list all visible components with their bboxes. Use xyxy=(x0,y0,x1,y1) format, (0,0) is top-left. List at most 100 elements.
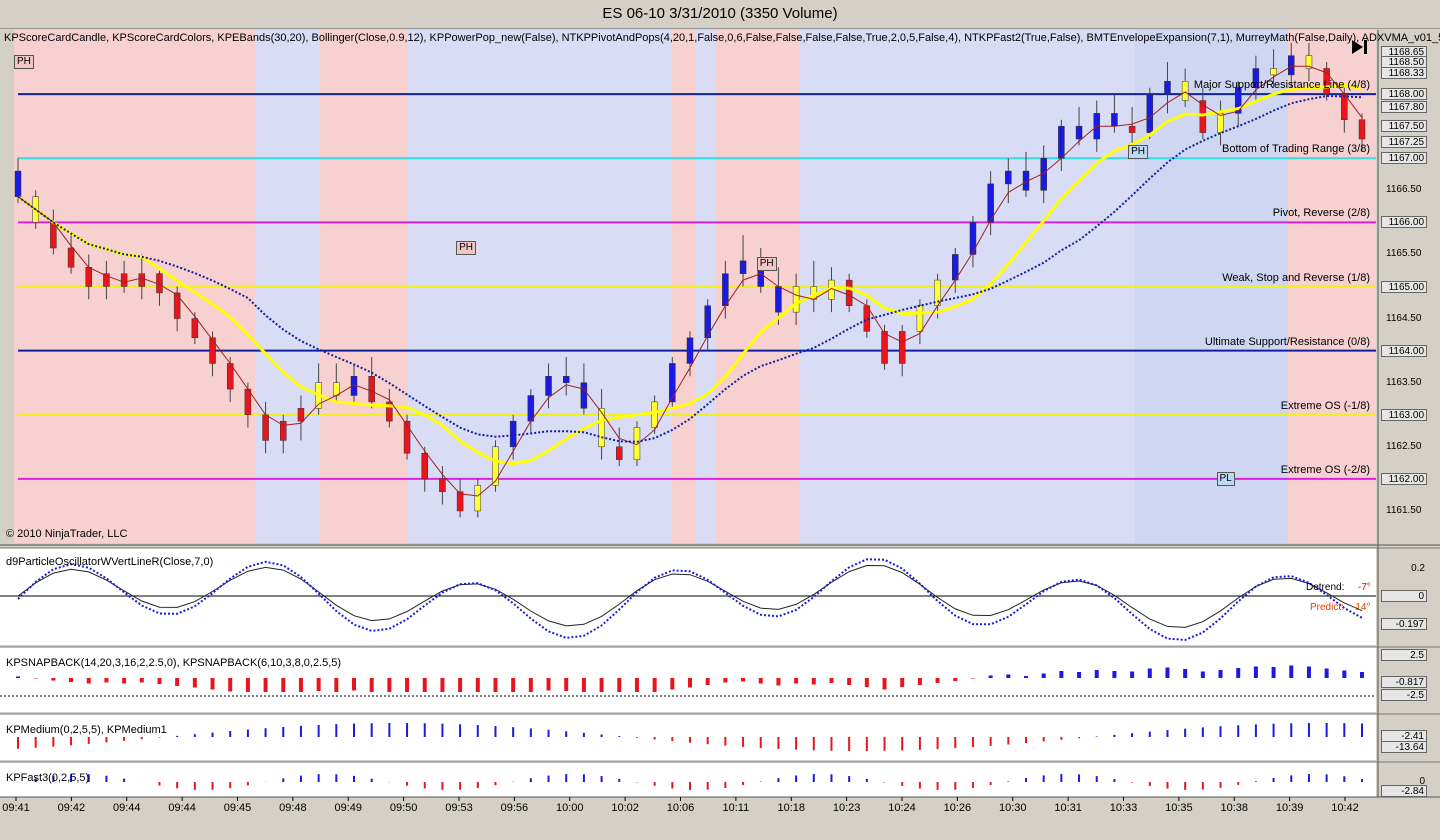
snap-bar-62 xyxy=(1112,671,1117,678)
x-tick-2: 09:44 xyxy=(112,802,141,814)
x-tick-22: 10:38 xyxy=(1220,802,1249,814)
snap-bar-43 xyxy=(776,678,781,686)
snap-bar-37 xyxy=(670,678,675,690)
predict-value: -14° xyxy=(1352,602,1371,613)
osc-tick-low: -0.197 xyxy=(1381,618,1427,630)
candle-body-43 xyxy=(775,286,782,313)
snap-bar-13 xyxy=(245,678,250,692)
candle-body-34 xyxy=(616,446,623,460)
candle-body-38 xyxy=(686,337,694,364)
snap-bar-17 xyxy=(316,678,321,691)
snap-bar-58 xyxy=(1041,673,1046,678)
snap-bar-52 xyxy=(935,678,940,683)
snap-bar-32 xyxy=(581,678,586,692)
snap-bar-1 xyxy=(33,678,38,679)
x-tick-9: 09:56 xyxy=(500,802,529,814)
candle-body-27 xyxy=(492,446,499,486)
snap-bar-14 xyxy=(263,678,268,692)
fast-panel-label: KPFast3(0,2,5,5) xyxy=(6,772,90,784)
x-tick-17: 10:26 xyxy=(943,802,972,814)
osc-tick-zero: 0 xyxy=(1381,590,1427,602)
snap-bar-20 xyxy=(369,678,374,692)
candle-body-18 xyxy=(333,382,340,396)
level-label-0: Major Support/Resistance Line (4/8) xyxy=(1193,79,1370,92)
candle-body-30 xyxy=(545,376,552,396)
x-tick-8: 09:53 xyxy=(445,802,473,814)
snap-bar-51 xyxy=(917,678,922,685)
predict-label: Predict: xyxy=(1310,602,1344,613)
y-tick-10: 1166.50 xyxy=(1386,184,1422,196)
level-label-3: Weak, Stop and Reverse (1/8) xyxy=(1222,271,1370,284)
x-tick-4: 09:45 xyxy=(223,802,252,814)
candle-body-23 xyxy=(421,452,428,480)
subpanel-bg-2 xyxy=(0,714,1376,760)
price-axis-box-6: 1167.25 xyxy=(1381,136,1427,149)
price-axis-box-7: 1167.00 xyxy=(1381,152,1427,165)
candle-body-50 xyxy=(898,331,906,364)
level-label-2: Pivot, Reverse (2/8) xyxy=(1272,207,1370,220)
snap-bar-44 xyxy=(794,678,799,684)
snap-bar-48 xyxy=(864,678,869,687)
snap-bar-38 xyxy=(688,678,692,688)
play-icon[interactable] xyxy=(1350,38,1370,56)
x-tick-19: 10:31 xyxy=(1054,802,1082,814)
snap-bar-50 xyxy=(900,678,905,687)
snap-bar-49 xyxy=(882,678,887,690)
candle-body-59 xyxy=(1058,125,1065,159)
snap-bar-19 xyxy=(352,678,356,691)
price-chart[interactable] xyxy=(0,0,1440,840)
detrend-label: Detrend: xyxy=(1306,582,1345,593)
price-axis-box-4: 1167.80 xyxy=(1381,100,1427,113)
snap-bar-18 xyxy=(334,678,339,692)
candle-body-51 xyxy=(916,305,924,332)
candle-body-16 xyxy=(297,408,305,422)
snap-bar-68 xyxy=(1218,670,1223,678)
snap-bar-46 xyxy=(829,678,834,683)
snap-tick-low: -2.5 xyxy=(1381,689,1427,701)
snap-bar-76 xyxy=(1360,672,1364,678)
candle-body-7 xyxy=(138,273,146,287)
snap-bar-5 xyxy=(104,678,109,683)
snap-bar-72 xyxy=(1289,665,1294,678)
candle-body-11 xyxy=(209,337,216,364)
price-axis-box-11: 1163.00 xyxy=(1381,408,1427,421)
snap-bar-36 xyxy=(652,678,657,692)
candle-body-20 xyxy=(368,376,375,403)
candle-body-10 xyxy=(191,318,199,339)
y-tick-6: 1164.50 xyxy=(1386,312,1422,324)
snap-bar-65 xyxy=(1165,667,1170,678)
candle-body-60 xyxy=(1075,125,1083,140)
copyright-text: © 2010 NinjaTrader, LLC xyxy=(6,528,128,540)
snap-bar-26 xyxy=(475,678,480,692)
price-axis-box-10: 1164.00 xyxy=(1381,344,1427,357)
candle-body-26 xyxy=(474,485,482,512)
candle-body-0 xyxy=(14,170,22,197)
y-tick-4: 1163.50 xyxy=(1386,376,1422,388)
snap-bar-41 xyxy=(741,678,746,682)
snap-bar-66 xyxy=(1183,669,1188,678)
pivot-marker-5: PL xyxy=(1216,471,1235,486)
snap-bar-31 xyxy=(564,678,569,691)
candle-body-33 xyxy=(598,408,605,448)
snap-bar-35 xyxy=(634,678,639,692)
x-tick-18: 10:30 xyxy=(998,802,1027,814)
snap-bar-8 xyxy=(157,678,162,684)
snap-bar-59 xyxy=(1059,671,1064,678)
candle-body-44 xyxy=(792,286,800,313)
pivot-marker-0: PH xyxy=(14,55,34,70)
candle-body-64 xyxy=(1146,93,1154,133)
x-tick-13: 10:11 xyxy=(722,802,750,814)
x-tick-11: 10:02 xyxy=(611,802,639,814)
medium-panel-label: KPMedium(0,2,5,5), KPMedium1 xyxy=(6,724,167,736)
x-tick-5: 09:48 xyxy=(279,802,307,814)
snap-bar-53 xyxy=(953,678,958,681)
candle-body-31 xyxy=(562,376,570,383)
x-tick-23: 10:39 xyxy=(1275,802,1304,814)
snap-bar-69 xyxy=(1236,668,1241,678)
candle-body-62 xyxy=(1111,113,1118,127)
x-tick-24: 10:42 xyxy=(1331,802,1359,814)
candle-body-4 xyxy=(85,267,92,287)
x-tick-15: 10:23 xyxy=(832,802,861,814)
x-tick-3: 09:44 xyxy=(168,802,196,814)
medium-tick-b: -13.64 xyxy=(1381,741,1427,753)
